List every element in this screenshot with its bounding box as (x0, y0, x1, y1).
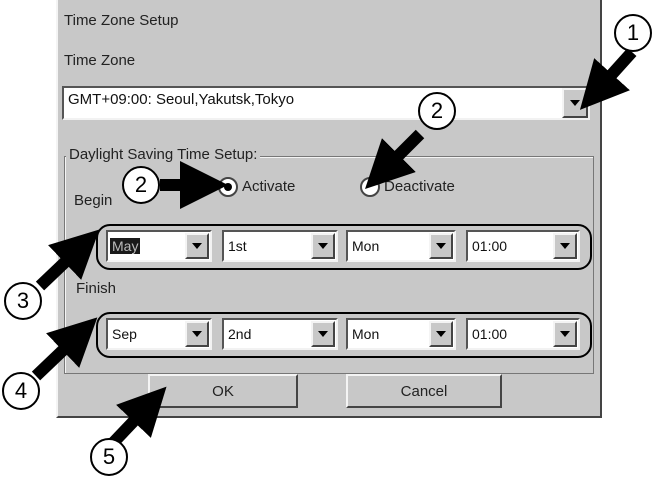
callout-3: 3 (4, 282, 42, 320)
arrow-1 (579, 47, 637, 110)
arrow-4 (31, 317, 98, 381)
arrow-2-deactivate (365, 129, 425, 189)
callout-2-activate: 2 (122, 166, 160, 204)
callout-arrows (31, 47, 637, 449)
callout-2-deactivate: 2 (418, 92, 456, 130)
arrow-3 (35, 229, 100, 291)
callout-1: 1 (614, 14, 652, 52)
callout-4: 4 (2, 372, 40, 410)
callout-5: 5 (90, 438, 128, 476)
arrow-5 (107, 386, 167, 449)
